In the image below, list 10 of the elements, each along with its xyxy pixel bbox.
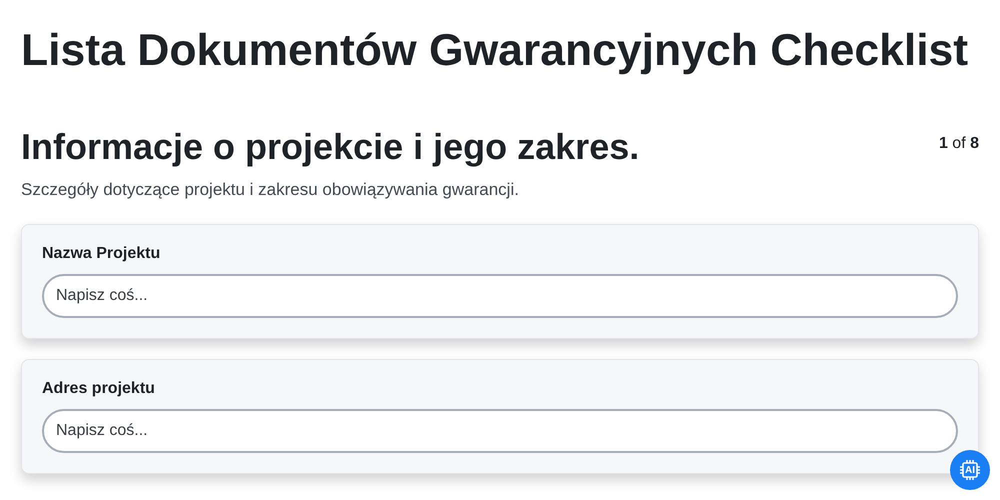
page-counter: 1 of 8 <box>938 135 979 153</box>
section-title: Informacje o projekcie i jego zakres. <box>21 125 640 169</box>
chip-icon <box>959 459 981 481</box>
page-title: Lista Dokumentów Gwarancyjnych Checklist <box>21 25 970 77</box>
field-label: Nazwa Projektu <box>42 245 162 263</box>
input-field[interactable]: Napisz coś... <box>42 409 958 453</box>
field-label: Adres projektu <box>42 380 156 398</box>
ai-button[interactable]: AI <box>950 450 990 490</box>
input-field[interactable]: Napisz coś... <box>42 274 958 318</box>
section-description: Szczegóły dotyczące projektu i zakresu obowiązywania gwarancji. <box>21 180 520 200</box>
